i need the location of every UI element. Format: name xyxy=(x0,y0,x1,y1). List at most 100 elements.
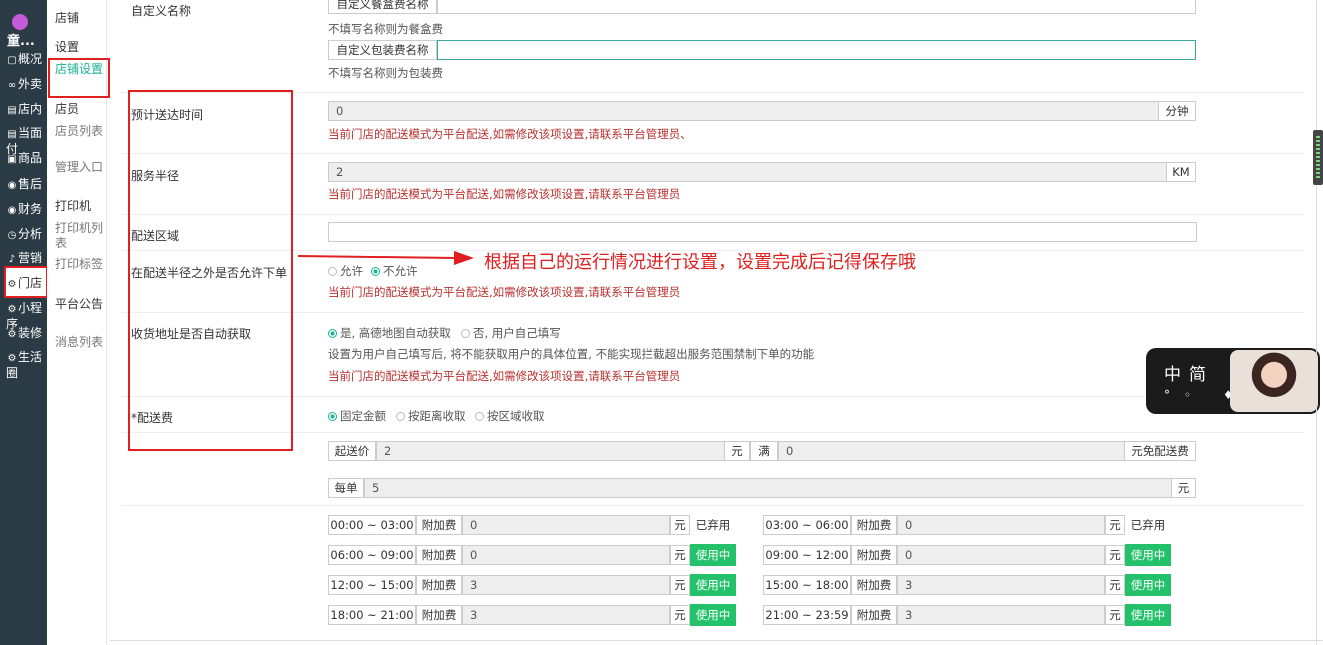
eta-unit: 分钟 xyxy=(1158,101,1196,121)
slot-status-button[interactable]: 使用中 xyxy=(1125,574,1171,596)
nav-item-9[interactable]: ⚙ 门店 xyxy=(6,275,43,293)
nav-icon: ▤ xyxy=(7,129,17,140)
slot-status-button[interactable]: 使用中 xyxy=(1125,544,1171,566)
min-price-input[interactable]: 2 xyxy=(376,441,725,461)
nav-icon: ▣ xyxy=(7,154,17,165)
slot-surcharge-addon: 附加费 xyxy=(416,575,462,595)
slot-fee-input[interactable]: 0 xyxy=(897,515,1105,535)
nav-icon: ⚙ xyxy=(7,329,17,340)
brand-name: 童... xyxy=(7,34,35,49)
nav-item-label: 店内 xyxy=(18,102,43,116)
slot-yuan-unit: 元 xyxy=(1105,605,1125,625)
nav-item-label: 装修 xyxy=(18,326,43,340)
slot-time-range: 03:00 ~ 06:00 xyxy=(763,515,851,535)
nav-icon: ∞ xyxy=(7,80,17,91)
nav-item-12[interactable]: ⚙ 生活圈 xyxy=(6,350,48,380)
radius-input[interactable]: 2 xyxy=(328,162,1167,182)
nav-icon: ♪ xyxy=(8,254,16,265)
free-threshold-input[interactable]: 0 xyxy=(778,441,1125,461)
divider xyxy=(121,312,1304,313)
slot-time-range: 21:00 ~ 23:59 xyxy=(763,605,851,625)
nav-message-list[interactable]: 消息列表 xyxy=(55,335,103,350)
nav-platform-notice[interactable]: 平台公告 xyxy=(55,297,103,312)
slot-fee-input[interactable]: 0 xyxy=(897,545,1105,565)
radio-icon xyxy=(328,267,337,276)
slot-status-button[interactable]: 使用中 xyxy=(690,574,736,596)
nav-item-label: 概况 xyxy=(18,52,43,66)
slot-fee-input[interactable]: 0 xyxy=(462,545,670,565)
nav-printer-list[interactable]: 打印机列表 xyxy=(55,221,103,251)
nav-manage-entry[interactable]: 管理入口 xyxy=(55,160,103,175)
nav-item-label: 商品 xyxy=(18,151,43,165)
nav-item-1[interactable]: ∞ 外卖 xyxy=(6,76,42,94)
nav-item-6[interactable]: ◉ 财务 xyxy=(6,201,42,219)
nav-item-2[interactable]: ▤店内 xyxy=(6,101,42,119)
nav-item-label: 财务 xyxy=(18,202,43,216)
auto-no-radio[interactable]: 否, 用户自己填写 xyxy=(461,325,561,341)
nav-icon: ⚙ xyxy=(7,304,17,315)
auto-address-warning: 当前门店的配送模式为平台配送,如需修改该项设置,请联系平台管理员 xyxy=(328,369,681,383)
nav-icon: ◉ xyxy=(7,205,17,216)
area-input[interactable] xyxy=(328,222,1197,242)
slot-yuan-unit: 元 xyxy=(670,545,690,565)
slot-time-range: 12:00 ~ 15:00 xyxy=(328,575,416,595)
slot-status-button[interactable]: 使用中 xyxy=(1125,604,1171,626)
widget-title: 中简 xyxy=(1164,365,1214,385)
scrollbar[interactable] xyxy=(1313,130,1323,185)
min-price-addon: 起送价 xyxy=(328,441,376,461)
nav-icon: ▤ xyxy=(7,105,17,116)
fee-area-label: 按区域收取 xyxy=(487,409,545,423)
box-fee-name-input[interactable] xyxy=(437,0,1196,14)
nav-item-4[interactable]: ▣商品 xyxy=(6,150,42,168)
slot-fee-input[interactable]: 3 xyxy=(462,605,670,625)
nav-print-label[interactable]: 打印标签 xyxy=(55,257,103,272)
per-order-addon: 每单 xyxy=(328,478,364,498)
fee-fixed-radio[interactable]: 固定金额 xyxy=(328,408,386,424)
nav-item-0[interactable]: ▢概况 xyxy=(6,51,42,69)
secondary-sidebar: 店铺 设置 店铺设置 店员 店员列表 管理入口 打印机 打印机列表 打印标签 平… xyxy=(47,0,110,645)
per-order-input[interactable]: 5 xyxy=(364,478,1172,498)
nav-item-11[interactable]: ⚙ 装修 xyxy=(6,326,48,342)
language-widget[interactable]: 中简 °◦ ♦ xyxy=(1146,348,1320,414)
slot-yuan-unit: 元 xyxy=(670,515,690,535)
slot-surcharge-addon: 附加费 xyxy=(416,515,462,535)
slot-surcharge-addon: 附加费 xyxy=(416,545,462,565)
nav-item-7[interactable]: ◷ 分析 xyxy=(6,226,42,244)
slot-fee-input[interactable]: 0 xyxy=(462,515,670,535)
auto-yes-radio[interactable]: 是, 高德地图自动获取 xyxy=(328,325,451,341)
slot-surcharge-addon: 附加费 xyxy=(416,605,462,625)
slot-status-button[interactable]: 使用中 xyxy=(690,544,736,566)
slot-time-range: 00:00 ~ 03:00 xyxy=(328,515,416,535)
divider xyxy=(121,396,1304,397)
divider xyxy=(121,214,1304,215)
yuan-unit: 元 xyxy=(1171,478,1196,498)
box-fee-name-addon: 自定义餐盒费名称 xyxy=(328,0,437,14)
fee-area-radio[interactable]: 按区域收取 xyxy=(475,408,545,424)
auto-yes-label: 是, 高德地图自动获取 xyxy=(340,326,451,340)
settings-group: 设置 xyxy=(55,40,80,54)
slot-status-button[interactable]: 已弃用 xyxy=(690,514,736,536)
slot-fee-input[interactable]: 3 xyxy=(897,605,1105,625)
nav-item-5[interactable]: ◉ 售后 xyxy=(6,176,42,194)
annotation-text: 根据自己的运行情况进行设置，设置完成后记得保存哦 xyxy=(484,252,916,273)
slot-surcharge-addon: 附加费 xyxy=(851,545,897,565)
annotation-arrow-icon xyxy=(297,251,474,265)
slot-status-button[interactable]: 使用中 xyxy=(690,604,736,626)
slot-fee-input[interactable]: 3 xyxy=(462,575,670,595)
pack-fee-name-input[interactable] xyxy=(437,40,1196,60)
store-setting-highlight xyxy=(48,58,110,98)
page-edge xyxy=(1316,0,1317,645)
radio-checked-icon xyxy=(328,329,337,338)
slot-yuan-unit: 元 xyxy=(1105,545,1125,565)
slot-status-button[interactable]: 已弃用 xyxy=(1125,514,1171,536)
slot-yuan-unit: 元 xyxy=(670,575,690,595)
nav-item-8[interactable]: ♪ 营销 xyxy=(6,250,42,268)
slot-surcharge-addon: 附加费 xyxy=(851,605,897,625)
eta-input[interactable]: 0 xyxy=(328,101,1159,121)
nav-staff-list[interactable]: 店员列表 xyxy=(55,124,103,139)
primary-sidebar: 童... ▢概况 ∞ 外卖 ▤店内 ▤当面付 ▣商品 ◉ 售后 ◉ 财务 ◷ 分析 ♪ 营销 ⚙ 门店 ⚙ 小程序… xyxy=(0,0,48,645)
nav-item-label: 售后 xyxy=(18,177,43,191)
page-bottom-edge xyxy=(110,640,1323,641)
slot-fee-input[interactable]: 3 xyxy=(897,575,1105,595)
fee-distance-radio[interactable]: 按距离收取 xyxy=(396,408,466,424)
